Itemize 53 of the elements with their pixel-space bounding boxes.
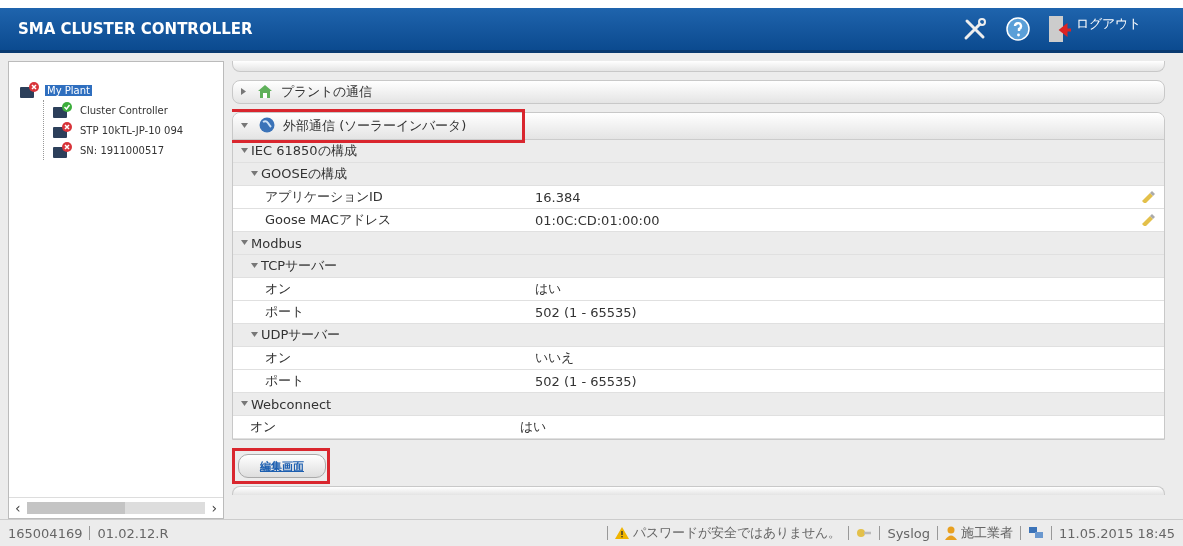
expanded-arrow-icon[interactable]: [241, 148, 248, 153]
setting-label: オン: [265, 349, 292, 367]
setting-value: 01:0C:CD:01:00:00: [535, 212, 661, 228]
group-row[interactable]: GOOSEの構成: [233, 163, 1164, 186]
door-exit-icon[interactable]: [1048, 15, 1072, 43]
logout-button[interactable]: ログアウト: [1048, 15, 1165, 43]
security-warning[interactable]: パスワードが安全ではありません。: [615, 524, 842, 542]
serial-number: 165004169: [8, 525, 83, 541]
expanded-arrow-icon[interactable]: [241, 240, 248, 245]
help-icon[interactable]: [1006, 17, 1030, 41]
group-row[interactable]: TCPサーバー: [233, 255, 1164, 278]
setting-value: はい: [520, 418, 547, 436]
expanded-arrow-icon[interactable]: [241, 123, 248, 128]
section-header[interactable]: プラントの通信: [232, 80, 1165, 104]
expanded-arrow-icon[interactable]: [251, 171, 258, 176]
group-row[interactable]: UDPサーバー: [233, 324, 1164, 347]
installer-user[interactable]: 施工業者: [944, 524, 1013, 542]
user-icon: [944, 526, 957, 540]
setting-label: オン: [265, 280, 292, 298]
firmware-version: 01.02.12.R: [97, 525, 169, 541]
horizontal-scrollbar[interactable]: ‹ ›: [9, 497, 223, 518]
group-row[interactable]: IEC 61850の構成: [233, 140, 1164, 163]
setting-value: いいえ: [535, 349, 575, 367]
tree-item[interactable]: STP 10kTL-JP-10 094: [52, 120, 213, 140]
setting-label: アプリケーションID: [265, 188, 384, 206]
setting-value: 502 (1 - 65535): [535, 373, 638, 389]
setting-label: Goose MACアドレス: [265, 211, 392, 229]
group-row[interactable]: Webconnect: [233, 393, 1164, 416]
date-time: 11.05.2015 18:45: [1058, 525, 1175, 541]
tools-icon[interactable]: [962, 16, 988, 42]
setting-value: はい: [535, 280, 562, 298]
network-icon[interactable]: [1027, 526, 1044, 540]
setting-label: オン: [250, 418, 277, 436]
setting-value: 16.384: [535, 189, 582, 205]
expanded-arrow-icon[interactable]: [251, 332, 258, 337]
edit-button[interactable]: 編集画面: [238, 454, 326, 478]
globe-icon: [259, 116, 275, 133]
setting-label: ポート: [265, 372, 305, 390]
tree-item[interactable]: My Plant: [19, 80, 213, 100]
setting-label: ポート: [265, 303, 305, 321]
edit-icon[interactable]: [1140, 188, 1156, 203]
tree-item[interactable]: Cluster Controller: [52, 100, 213, 120]
tree-item[interactable]: SN: 1911000517: [52, 140, 213, 160]
app-title: SMA CLUSTER CONTROLLER: [18, 20, 254, 38]
setting-value: 502 (1 - 65535): [535, 304, 638, 320]
expanded-arrow-icon[interactable]: [241, 401, 248, 406]
expanded-arrow-icon[interactable]: [251, 263, 258, 268]
collapsed-arrow-icon[interactable]: [241, 87, 246, 95]
group-row[interactable]: Modbus: [233, 232, 1164, 255]
syslog-link[interactable]: Syslog: [887, 525, 930, 541]
house-icon: [257, 83, 273, 98]
edit-icon[interactable]: [1140, 211, 1156, 226]
warning-icon: [615, 527, 630, 539]
